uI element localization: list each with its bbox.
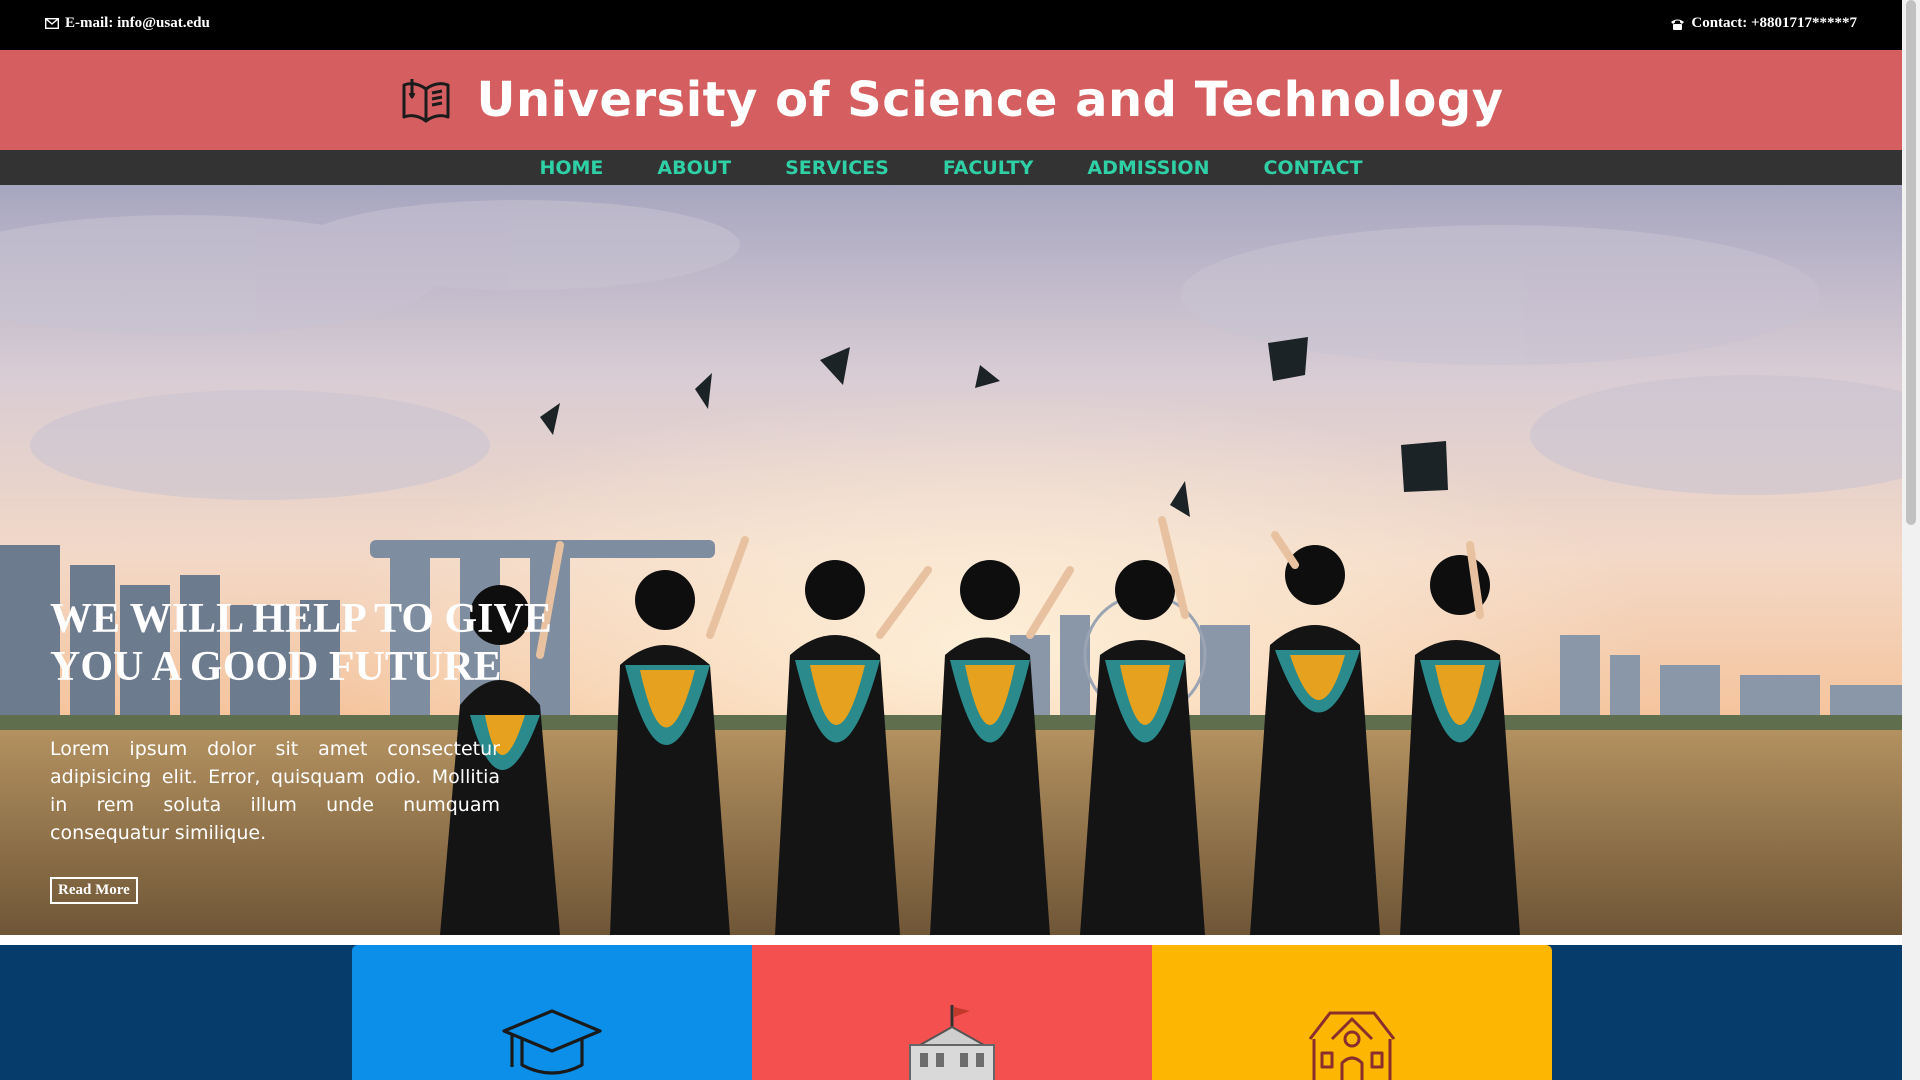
hero-section: WE WILL HELP TO GIVE YOU A GOOD FUTURE L… [0,185,1902,935]
graduation-cap-icon [502,1009,602,1075]
email-info: E-mail: info@usat.edu [45,15,210,32]
contact-info: Contact: +8801717*****7 [1670,15,1857,32]
nav-home[interactable]: HOME [539,157,603,179]
site-title: University of Science and Technology [476,72,1504,128]
hero-headline: WE WILL HELP TO GIVE YOU A GOOD FUTURE [50,595,570,691]
university-building-icon [909,1005,995,1080]
nav-services[interactable]: SERVICES [785,157,889,179]
features-section [0,945,1902,1080]
headline-line-2: YOU A GOOD FUTURE [50,644,502,690]
main-nav: HOME ABOUT SERVICES FACULTY ADMISSION CO… [0,150,1902,185]
phone-icon [1671,19,1685,30]
scrollbar-thumb[interactable] [1906,0,1916,525]
nav-faculty[interactable]: FACULTY [943,157,1034,179]
envelope-icon [45,18,59,29]
headline-line-1: WE WILL HELP TO GIVE [50,596,552,642]
read-more-button[interactable]: Read More [50,877,138,904]
page-scrollbar[interactable] [1902,0,1920,1080]
nav-about[interactable]: ABOUT [657,157,731,179]
feature-card-university[interactable] [752,945,1152,1080]
feature-card-graduation[interactable] [352,945,752,1080]
book-icon [402,79,449,123]
nav-contact[interactable]: CONTACT [1263,157,1362,179]
feature-card-school[interactable] [1152,945,1552,1080]
email-text: E-mail: info@usat.edu [65,15,210,31]
nav-admission[interactable]: ADMISSION [1087,157,1209,179]
hero-paragraph: Lorem ipsum dolor sit amet consectetur a… [50,738,500,844]
site-header: University of Science and Technology [0,50,1902,150]
school-building-icon [1308,1011,1396,1080]
page: E-mail: info@usat.edu Contact: +8801717*… [0,0,1920,1080]
contact-text: Contact: +8801717*****7 [1691,15,1857,31]
top-bar: E-mail: info@usat.edu Contact: +8801717*… [0,0,1902,50]
